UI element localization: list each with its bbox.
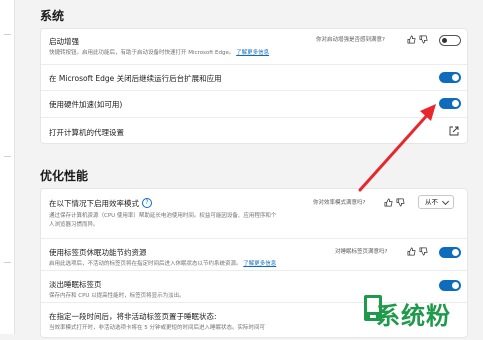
- startup-boost-feedback: 你对启动增强是否感到满意?: [316, 37, 385, 43]
- startup-boost-row: 启动增强 快捷转按钮。启用此功能后，有助于启动设备时快速打开 Microsoft…: [41, 29, 467, 64]
- fade-sleeping-tabs-desc: 保存内存和 CPU 以提高性能时，标签页将显示为淡出。: [49, 293, 185, 299]
- sleeping-tabs-row: 使用标签页休眠功能节约资源 启用此选项后，不活动的标签页将在指定时间后进入休眠状…: [41, 238, 467, 271]
- efficiency-mode-desc-line1: 通过保存计算机资源（CPU 使用率）帮助延长电池使用时间。权益可能因设备、应用程…: [49, 213, 277, 219]
- hardware-acceleration-row: 使用硬件加速(如可用): [41, 90, 467, 118]
- nav-divider: [4, 34, 11, 35]
- external-link-icon[interactable]: [449, 126, 459, 136]
- startup-boost-toggle[interactable]: [439, 35, 461, 46]
- startup-boost-desc: 快捷转按钮。启用此功能后，有助于启动设备时快速打开 Microsoft Edge…: [49, 50, 270, 56]
- hardware-acceleration-title: 使用硬件加速(如可用): [49, 100, 123, 109]
- sleeping-tabs-desc: 启用此选项后，不活动的标签页将在指定时间后进入休眠状态以节约系统资源。 了解更多…: [49, 261, 277, 267]
- learn-more-link[interactable]: 了解更多信息: [236, 50, 269, 56]
- efficiency-mode-row: 在以下情况下启用效率模式 ? 通过保存计算机资源（CPU 使用率）帮助延长电池使…: [41, 189, 467, 238]
- thumbs-down-icon[interactable]: [396, 198, 405, 207]
- info-icon[interactable]: ?: [142, 198, 152, 208]
- left-nav-strip: [0, 0, 15, 334]
- proxy-settings-row[interactable]: 打开计算机的代理设置: [41, 117, 467, 145]
- efficiency-mode-desc-line2: 人浏览器习惯而异。: [49, 222, 99, 228]
- sleeping-tabs-toggle[interactable]: [439, 247, 461, 258]
- efficiency-mode-select[interactable]: 从不: [418, 195, 454, 209]
- fade-sleeping-tabs-title: 淡出睡眠标签页: [49, 280, 102, 289]
- sleep-after-desc: 当效率模式打开时，非活动选项卡将在 5 分钟或更短的时间后进入睡眠状态。实际时间…: [49, 325, 265, 331]
- section-heading-system: 系统: [40, 9, 65, 23]
- thumbs-down-icon[interactable]: [419, 247, 428, 256]
- chevron-down-icon: [441, 197, 450, 206]
- fade-sleeping-tabs-toggle[interactable]: [439, 280, 461, 291]
- nav-divider: [4, 262, 11, 263]
- background-apps-toggle[interactable]: [439, 72, 461, 83]
- sleeping-tabs-title: 使用标签页休眠功能节约资源: [49, 248, 147, 257]
- background-apps-title: 在 Microsoft Edge 关闭后继续运行后台扩展和应用: [49, 74, 222, 83]
- section-heading-performance: 优化性能: [40, 169, 89, 183]
- thumbs-up-icon[interactable]: [407, 247, 416, 256]
- thumbs-down-icon[interactable]: [419, 35, 428, 44]
- thumbs-up-icon[interactable]: [384, 198, 393, 207]
- background-apps-row: 在 Microsoft Edge 关闭后继续运行后台扩展和应用: [41, 64, 467, 91]
- nav-divider: [4, 156, 11, 157]
- startup-boost-title: 启动增强: [49, 37, 79, 46]
- thumbs-up-icon[interactable]: [407, 35, 416, 44]
- efficiency-mode-feedback: 你对效率模式满意吗?: [313, 200, 366, 206]
- efficiency-mode-title: 在以下情况下启用效率模式: [49, 199, 139, 208]
- sleep-after-title: 在指定一段时间后，将非活动标签页置于睡眠状态:: [49, 312, 217, 321]
- efficiency-mode-select-value: 从不: [425, 198, 438, 206]
- proxy-settings-title: 打开计算机的代理设置: [49, 128, 124, 137]
- watermark-text: 系统粉: [376, 302, 451, 330]
- system-settings-card: 启动增强 快捷转按钮。启用此功能后，有助于启动设备时快速打开 Microsoft…: [40, 28, 468, 144]
- hardware-acceleration-toggle[interactable]: [439, 98, 461, 109]
- sleeping-tabs-feedback: 对睡眠标签页满意吗?: [335, 249, 388, 255]
- learn-more-link[interactable]: 了解更多信息: [243, 261, 276, 267]
